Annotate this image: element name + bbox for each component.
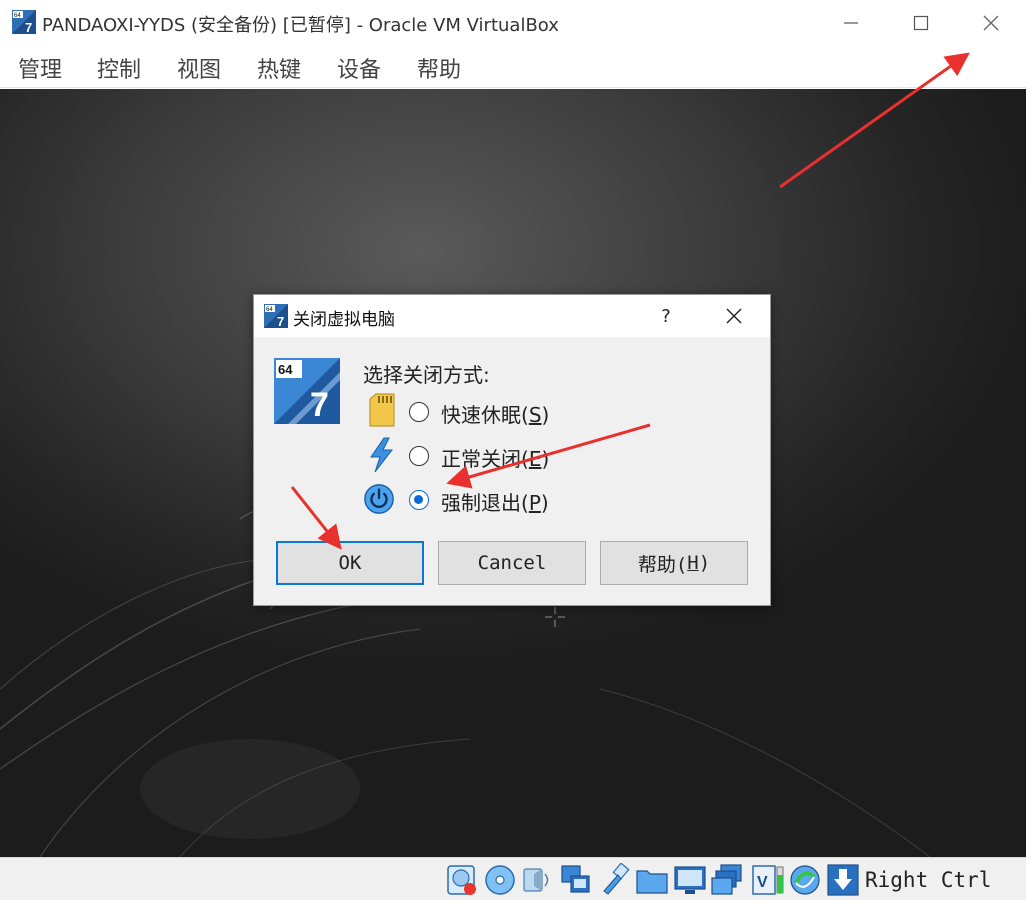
sd-card-icon: [369, 393, 395, 427]
hard-disk-icon[interactable]: [446, 863, 480, 897]
svg-text:V: V: [757, 874, 768, 891]
menu-hotkeys[interactable]: 热键: [257, 52, 301, 84]
shared-folder-icon[interactable]: [635, 863, 669, 897]
display-icon[interactable]: [673, 863, 707, 897]
help-button[interactable]: 帮助(H): [600, 541, 748, 585]
option-save-state-label[interactable]: 快速休眠(S): [441, 399, 549, 428]
maximize-icon: [913, 15, 929, 31]
dialog-help-button[interactable]: ?: [646, 300, 686, 332]
cpu-icon[interactable]: V: [751, 863, 785, 897]
option-acpi-shutdown-label[interactable]: 正常关闭(E): [441, 443, 549, 472]
dialog-close-button[interactable]: [714, 300, 754, 332]
capture-icon[interactable]: [711, 863, 745, 897]
radio-acpi-shutdown[interactable]: [409, 446, 429, 466]
crosshair-cursor-icon: [545, 607, 565, 627]
shutdown-prompt: 选择关闭方式:: [363, 363, 490, 387]
minimize-button[interactable]: [816, 0, 886, 46]
cancel-button[interactable]: Cancel: [438, 541, 586, 585]
network-icon[interactable]: [559, 863, 593, 897]
window-title: PANDAOXI-YYDS (安全备份) [已暂停] - Oracle VM V…: [42, 15, 559, 36]
menu-bar: 管理 控制 视图 热键 设备 帮助: [0, 46, 1026, 88]
virtualbox-os-icon: 64 7: [264, 304, 288, 328]
virtualbox-os-icon: 64 7: [12, 10, 36, 34]
svg-text:64: 64: [278, 362, 293, 377]
usb-icon[interactable]: [598, 863, 632, 897]
radio-save-state[interactable]: [409, 402, 429, 422]
dialog-titlebar: 64 7 关闭虚拟电脑 ?: [254, 295, 770, 337]
lightning-icon: [370, 437, 394, 473]
host-key-label: Right Ctrl: [865, 868, 992, 892]
menu-devices[interactable]: 设备: [337, 52, 381, 84]
windows7-64-os-icon: 64 7: [274, 358, 340, 424]
menu-manage[interactable]: 管理: [18, 52, 62, 84]
close-icon: [983, 15, 999, 31]
menu-view[interactable]: 视图: [177, 52, 221, 84]
power-icon: [364, 484, 394, 514]
option-power-off-label[interactable]: 强制退出(P): [441, 487, 549, 516]
status-bar: V Right Ctrl: [0, 857, 1026, 900]
audio-icon[interactable]: [520, 863, 554, 897]
minimize-icon: [844, 22, 858, 24]
shutdown-dialog: 64 7 关闭虚拟电脑 ? 64 7 选择关闭方式: 快速休眠(S) 正常关闭(…: [253, 294, 771, 606]
optical-disc-icon[interactable]: [483, 863, 517, 897]
svg-text:7: 7: [310, 386, 329, 424]
window-titlebar: 64 7 PANDAOXI-YYDS (安全备份) [已暂停] - Oracle…: [0, 0, 1026, 46]
svg-text:64: 64: [266, 307, 273, 313]
dialog-title: 关闭虚拟电脑: [293, 310, 395, 330]
svg-text:7: 7: [25, 20, 32, 34]
ok-button[interactable]: OK: [276, 541, 424, 585]
svg-text:64: 64: [14, 13, 21, 19]
menu-help[interactable]: 帮助: [417, 52, 461, 84]
menu-control[interactable]: 控制: [97, 52, 141, 84]
close-window-button[interactable]: [956, 0, 1026, 46]
svg-text:7: 7: [277, 314, 284, 328]
guest-additions-icon[interactable]: [788, 863, 822, 897]
radio-power-off[interactable]: [409, 490, 429, 510]
mouse-integration-icon[interactable]: [826, 863, 860, 897]
maximize-button[interactable]: [886, 0, 956, 46]
close-icon: [726, 308, 742, 324]
